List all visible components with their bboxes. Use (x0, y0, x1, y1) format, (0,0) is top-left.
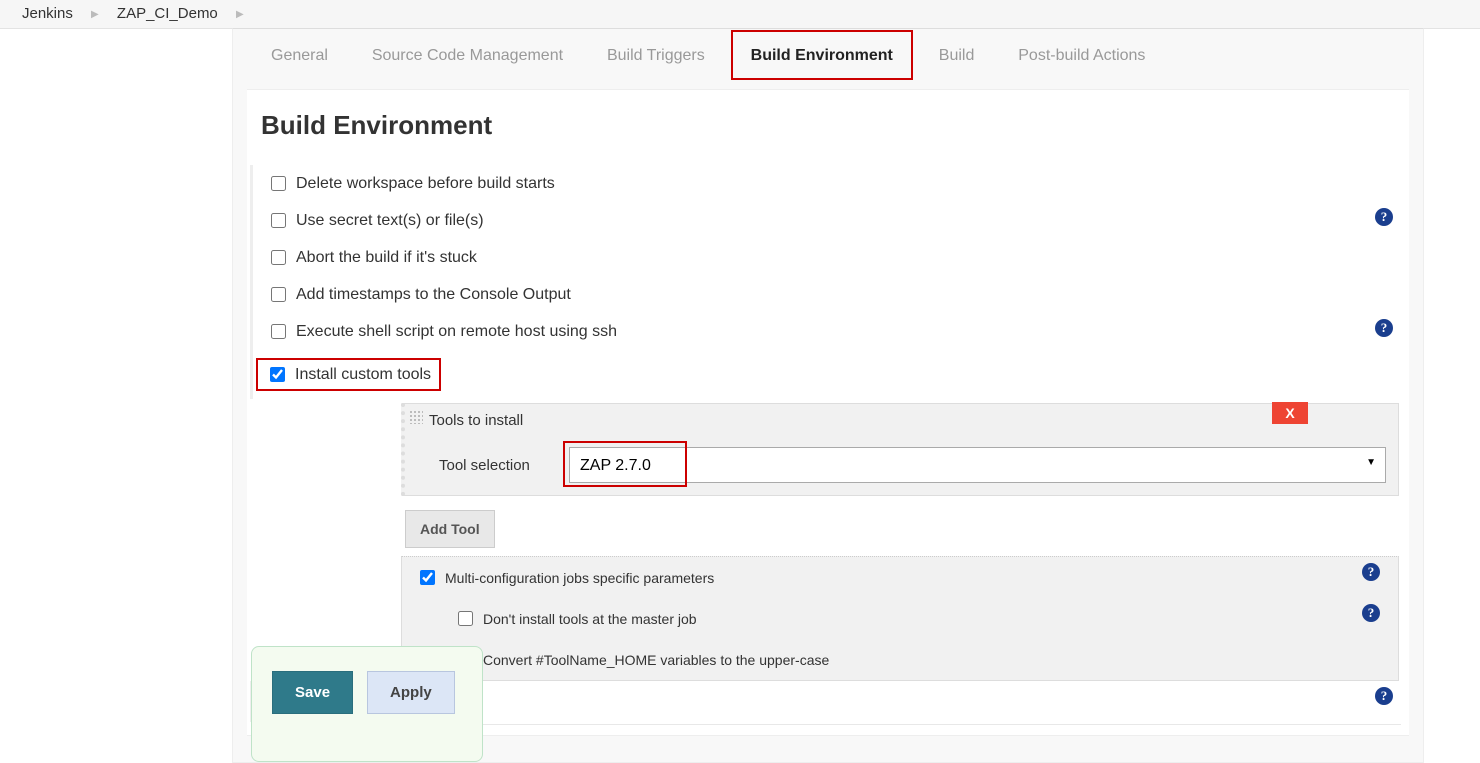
multi-config-box: Multi-configuration jobs specific parame… (401, 556, 1399, 681)
label-timestamps: Add timestamps to the Console Output (296, 286, 571, 304)
save-button[interactable]: Save (272, 671, 353, 714)
option-convert-home: Convert #ToolName_HOME variables to the … (402, 639, 1398, 680)
tab-general[interactable]: General (251, 29, 348, 79)
drag-handle-icon[interactable] (409, 410, 423, 424)
help-icon[interactable]: ? (1375, 319, 1393, 337)
option-multi-config: Multi-configuration jobs specific parame… (402, 557, 1398, 598)
tools-box-header: Tools to install (405, 404, 1398, 437)
tool-selection-dropdown[interactable]: ZAP 2.7.0 (569, 447, 1386, 483)
help-icon[interactable]: ? (1375, 687, 1393, 705)
label-dont-install-master: Don't install tools at the master job (483, 611, 697, 627)
breadcrumb: Jenkins ▶ ZAP_CI_Demo ▶ (0, 0, 1480, 29)
tab-build[interactable]: Build (919, 29, 995, 79)
help-icon[interactable]: ? (1375, 208, 1393, 226)
checkbox-delete-workspace[interactable] (271, 176, 286, 191)
highlight-box: Install custom tools (256, 358, 441, 391)
tab-build-environment[interactable]: Build Environment (731, 30, 913, 80)
tools-actions: Add Tool (401, 502, 1399, 556)
tool-selection-label: Tool selection (439, 457, 569, 474)
page-title: Build Environment (261, 110, 1405, 141)
tools-to-install-box: X Tools to install Tool selection ZAP 2.… (401, 403, 1399, 496)
help-icon[interactable]: ? (1362, 604, 1380, 622)
config-tabs: General Source Code Management Build Tri… (233, 29, 1423, 79)
config-panel: General Source Code Management Build Tri… (232, 28, 1424, 763)
label-multi-config: Multi-configuration jobs specific parame… (445, 570, 714, 586)
breadcrumb-jenkins[interactable]: Jenkins (22, 5, 73, 22)
tab-build-triggers[interactable]: Build Triggers (587, 29, 725, 79)
chevron-right-icon: ▶ (222, 9, 258, 20)
tab-scm[interactable]: Source Code Management (352, 29, 583, 79)
tools-box-title: Tools to install (429, 412, 523, 429)
option-delete-workspace: Delete workspace before build starts (250, 165, 1405, 202)
tool-selection-row: Tool selection ZAP 2.7.0 (405, 437, 1398, 495)
tab-post-build[interactable]: Post-build Actions (998, 29, 1165, 79)
option-abort-stuck: Abort the build if it's stuck (250, 239, 1405, 276)
checkbox-timestamps[interactable] (271, 287, 286, 302)
label-use-secret: Use secret text(s) or file(s) (296, 212, 484, 230)
option-timestamps: Add timestamps to the Console Output (250, 276, 1405, 313)
label-delete-workspace: Delete workspace before build starts (296, 175, 555, 193)
breadcrumb-job[interactable]: ZAP_CI_Demo (117, 5, 218, 22)
tool-selection-wrap: ZAP 2.7.0 (569, 447, 1386, 483)
chevron-right-icon: ▶ (77, 9, 113, 20)
option-dont-install-master: Don't install tools at the master job ? (402, 598, 1398, 639)
save-apply-footer: Save Apply (251, 646, 483, 762)
help-icon[interactable]: ? (1362, 563, 1380, 581)
option-use-secret: Use secret text(s) or file(s) ? (250, 202, 1405, 239)
checkbox-multi-config[interactable] (420, 570, 435, 585)
option-ssh-shell: Execute shell script on remote host usin… (250, 313, 1405, 350)
label-install-custom-tools: Install custom tools (295, 366, 431, 384)
apply-button[interactable]: Apply (367, 671, 455, 714)
build-environment-section: Build Environment Delete workspace befor… (247, 89, 1409, 736)
label-abort-stuck: Abort the build if it's stuck (296, 249, 477, 267)
label-ssh-shell: Execute shell script on remote host usin… (296, 323, 617, 341)
checkbox-abort-stuck[interactable] (271, 250, 286, 265)
checkbox-use-secret[interactable] (271, 213, 286, 228)
checkbox-install-custom-tools[interactable] (270, 367, 285, 382)
checkbox-dont-install-master[interactable] (458, 611, 473, 626)
add-tool-button[interactable]: Add Tool (405, 510, 495, 548)
checkbox-ssh-shell[interactable] (271, 324, 286, 339)
option-install-custom-tools: Install custom tools (250, 350, 1405, 399)
label-convert-home: Convert #ToolName_HOME variables to the … (483, 652, 829, 668)
